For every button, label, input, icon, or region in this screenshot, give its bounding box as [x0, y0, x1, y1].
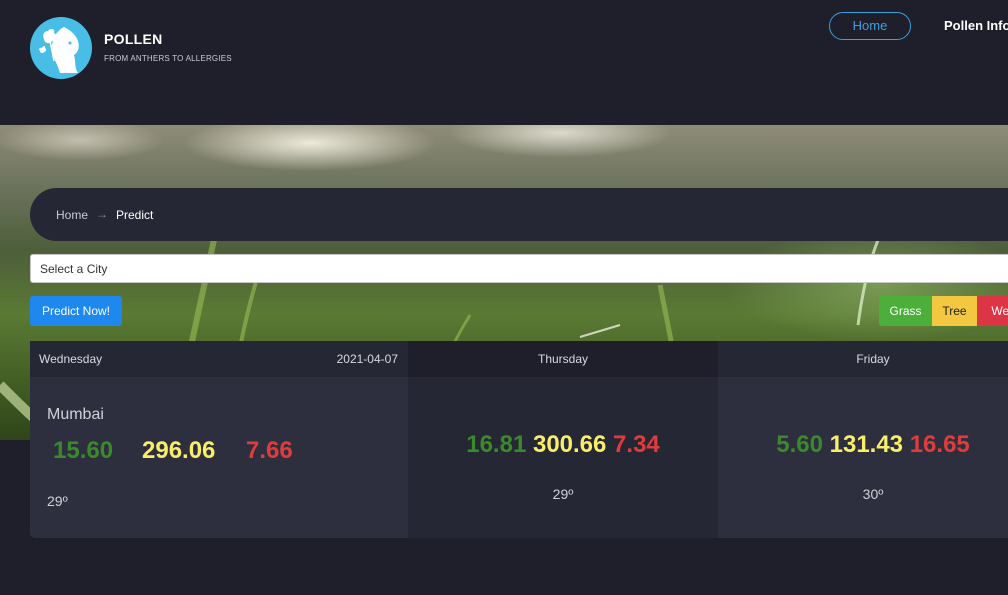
breadcrumb-home-link[interactable]: Home [56, 208, 88, 222]
grass-value: 5.60 [776, 431, 823, 458]
card-header: Thursday [408, 341, 718, 377]
grass-value: 15.60 [53, 437, 114, 464]
temperature: 29º [47, 493, 68, 509]
breadcrumb-current: Predict [116, 208, 154, 222]
logo-icon[interactable] [30, 17, 92, 79]
city-select[interactable]: Select a City [30, 254, 1008, 283]
pollen-values-row: 16.81 300.66 7.34 [408, 431, 718, 459]
site-header: POLLEN FROM ANTHERS TO ALLERGIES Home Po… [0, 0, 1008, 125]
nav-home-link[interactable]: Home [829, 12, 911, 40]
tree-value: 300.66 [532, 431, 607, 458]
pollen-legend: Grass Tree Weed [879, 296, 1008, 326]
brand-name: POLLEN [104, 31, 163, 47]
date-label: 2021-04-07 [336, 352, 398, 366]
pollen-values-row: 5.60 131.43 16.65 [718, 431, 1008, 459]
weed-value: 16.65 [909, 431, 970, 458]
card-header: Wednesday 2021-04-07 [30, 341, 408, 377]
legend-tree: Tree [932, 296, 977, 326]
legend-grass: Grass [879, 296, 932, 326]
weed-value: 7.34 [613, 431, 660, 458]
legend-weed: Weed [977, 296, 1008, 326]
day-label: Thursday [537, 352, 589, 366]
tree-value: 296.06 [142, 437, 216, 464]
day-label: Friday [856, 352, 890, 366]
forecast-card-friday: Friday 5.60 131.43 16.65 30º [718, 341, 1008, 538]
nav-pollen-info-link[interactable]: Pollen Info [944, 18, 1008, 33]
weed-value: 7.66 [246, 437, 293, 464]
tree-value: 131.43 [829, 431, 904, 458]
city-name: Mumbai [47, 406, 104, 423]
temperature: 29º [552, 486, 574, 502]
temperature: 30º [862, 486, 884, 502]
forecast-card-wednesday: Wednesday 2021-04-07 Mumbai 15.60 296.06… [30, 341, 408, 538]
city-select-placeholder: Select a City [40, 262, 108, 276]
card-header: Friday [718, 341, 1008, 377]
predict-now-button[interactable]: Predict Now! [30, 296, 122, 326]
brand-tagline: FROM ANTHERS TO ALLERGIES [104, 54, 232, 63]
day-label: Wednesday [39, 352, 103, 366]
breadcrumb-arrow-icon: → [96, 207, 108, 221]
breadcrumb: Home → Predict [30, 188, 1008, 241]
forecast-card-thursday: Thursday 16.81 300.66 7.34 29º [408, 341, 718, 538]
grass-value: 16.81 [466, 431, 527, 458]
